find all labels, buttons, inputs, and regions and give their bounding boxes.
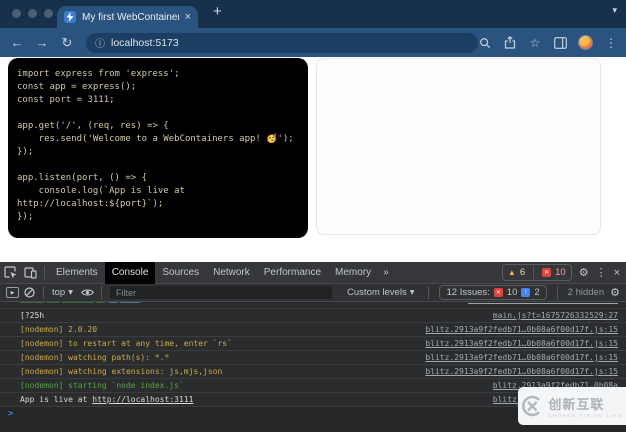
watermark-badge: 创新互联 CHUANG XIN HU LIAN	[518, 387, 626, 425]
devtools-tab-bar: Elements Console Sources Network Perform…	[0, 261, 626, 284]
bookmark-star-icon[interactable]: ☆	[528, 36, 542, 50]
address-bar[interactable]: ⓘ localhost:5173	[86, 32, 478, 53]
live-expression-eye-icon[interactable]	[77, 285, 97, 301]
url-text: localhost:5173	[111, 36, 179, 49]
tab-performance[interactable]: Performance	[257, 262, 328, 284]
tab-strip: My first WebContainers app × + ▾	[0, 0, 626, 28]
console-filter-input[interactable]	[110, 286, 332, 299]
code-line: app.listen(port, () => {	[17, 173, 148, 183]
watermark-subtitle: CHUANG XIN HU LIAN	[548, 413, 623, 418]
watermark-logo-icon	[521, 395, 543, 417]
source-link[interactable]: main.js?t=1675726332529:27	[493, 311, 618, 320]
warning-icon: ▲	[507, 268, 516, 277]
dropdown-icon: ▾	[68, 287, 73, 298]
minimize-window-button[interactable]	[28, 9, 37, 18]
side-panel-icon[interactable]	[553, 36, 567, 50]
close-window-button[interactable]	[12, 9, 21, 18]
share-icon[interactable]	[503, 36, 517, 50]
console-toolbar: ▶ top ▾ Custom levels ▾ 12 Iss	[0, 284, 626, 302]
browser-window: My first WebContainers app × + ▾ ← → ↻ ⓘ…	[0, 0, 626, 432]
clipped-source-link[interactable]	[468, 302, 618, 304]
code-editor[interactable]: import express from 'express'; const app…	[8, 58, 308, 238]
inspect-element-icon[interactable]	[0, 265, 20, 281]
page-content: import express from 'express'; const app…	[0, 57, 626, 262]
console-log-row: [nodemon] watching path(s): *.* blitz.29…	[0, 351, 626, 365]
code-line: import express from 'express';	[17, 69, 180, 79]
execution-context-selector[interactable]: top ▾	[52, 287, 73, 298]
log-levels-selector[interactable]: Custom levels ▾	[347, 287, 414, 298]
devtools-close-icon[interactable]: ×	[614, 267, 620, 279]
devtools-settings-icon[interactable]: ⚙	[579, 266, 589, 279]
tab-network[interactable]: Network	[206, 262, 257, 284]
maximize-window-button[interactable]	[44, 9, 53, 18]
dropdown-icon: ▾	[409, 287, 415, 298]
reload-button[interactable]: ↻	[60, 35, 74, 51]
browser-menu-icon[interactable]: ⋮	[604, 36, 618, 50]
prompt-chevron-icon: >	[8, 408, 14, 419]
code-line: const port = 3111;	[17, 95, 115, 105]
tab-elements[interactable]: Elements	[49, 262, 105, 284]
device-toolbar-icon[interactable]	[20, 265, 40, 281]
error-icon: ✕	[542, 268, 552, 277]
back-button[interactable]: ←	[10, 35, 24, 51]
code-line: });	[17, 212, 34, 222]
tab-close-icon[interactable]: ×	[185, 11, 191, 23]
source-link[interactable]: blitz.2913a9f2fedb71…0b08a6f00d17f.js:15	[425, 339, 618, 348]
console-log-row: [nodemon] to restart at any time, enter …	[0, 337, 626, 351]
profile-avatar[interactable]	[578, 35, 593, 50]
localhost-link[interactable]: http://localhost:3111	[92, 395, 193, 404]
clear-console-icon[interactable]	[19, 285, 39, 301]
stackblitz-favicon-icon	[64, 11, 76, 23]
source-link[interactable]: blitz.2913a9f2fedb71…0b08a6f00d17f.js:15	[425, 367, 618, 376]
more-tabs-button[interactable]: »	[378, 267, 394, 278]
code-line: });	[17, 147, 34, 157]
hidden-messages-label: 2 hidden	[567, 287, 605, 298]
console-row-clipped: ────── ─── ──────── ── ── ─────	[0, 302, 626, 309]
source-link[interactable]: blitz.2913a9f2fedb71…0b08a6f00d17f.js:15	[425, 325, 618, 334]
code-line: const app = express();	[17, 82, 137, 92]
source-link[interactable]: blitz.2913a9f2fedb71…0b08a6f00d17f.js:15	[425, 353, 618, 362]
issue-breaking-icon: !	[521, 288, 531, 297]
error-count: 10	[555, 267, 566, 278]
watermark-brand: 创新互联	[548, 397, 605, 412]
code-line: http://localhost:${port}`);	[17, 199, 164, 209]
tab-sources[interactable]: Sources	[155, 262, 206, 284]
tab-title: My first WebContainers app	[82, 11, 179, 23]
code-line: app.get('/', (req, res) => {	[17, 121, 169, 131]
browser-toolbar: ← → ↻ ⓘ localhost:5173 ☆ ⋮	[0, 28, 626, 57]
issue-error-icon: ✕	[493, 288, 503, 297]
console-sidebar-icon[interactable]: ▶	[6, 287, 19, 298]
console-log-row: [nodemon] 2.0.20 blitz.2913a9f2fedb71…0b…	[0, 323, 626, 337]
devtools-menu-icon[interactable]: ⋮	[596, 266, 607, 279]
issues-counter[interactable]: 12 Issues: ✕ 10 ! 2	[439, 285, 547, 300]
browser-tab[interactable]: My first WebContainers app ×	[57, 6, 198, 28]
tab-console[interactable]: Console	[104, 261, 156, 284]
tab-search-chevron-icon[interactable]: ▾	[612, 5, 617, 16]
preview-iframe	[316, 58, 601, 235]
console-settings-icon[interactable]: ⚙	[610, 286, 620, 299]
tab-memory[interactable]: Memory	[328, 262, 378, 284]
code-line: res.send('Welcome to a WebContainers app…	[17, 134, 294, 144]
search-icon[interactable]	[478, 36, 492, 50]
window-controls	[12, 9, 53, 18]
site-info-icon[interactable]: ⓘ	[95, 35, 105, 50]
forward-button[interactable]: →	[35, 35, 49, 51]
console-log-row: [nodemon] watching extensions: js,mjs,js…	[0, 365, 626, 379]
warning-count: 6	[519, 267, 526, 278]
console-log-row: [?25h main.js?t=1675726332529:27	[0, 309, 626, 323]
new-tab-button[interactable]: +	[213, 3, 222, 20]
console-status-badges[interactable]: ▲ 6 ✕ 10	[501, 264, 572, 281]
code-line: console.log(`App is live at	[17, 186, 185, 196]
